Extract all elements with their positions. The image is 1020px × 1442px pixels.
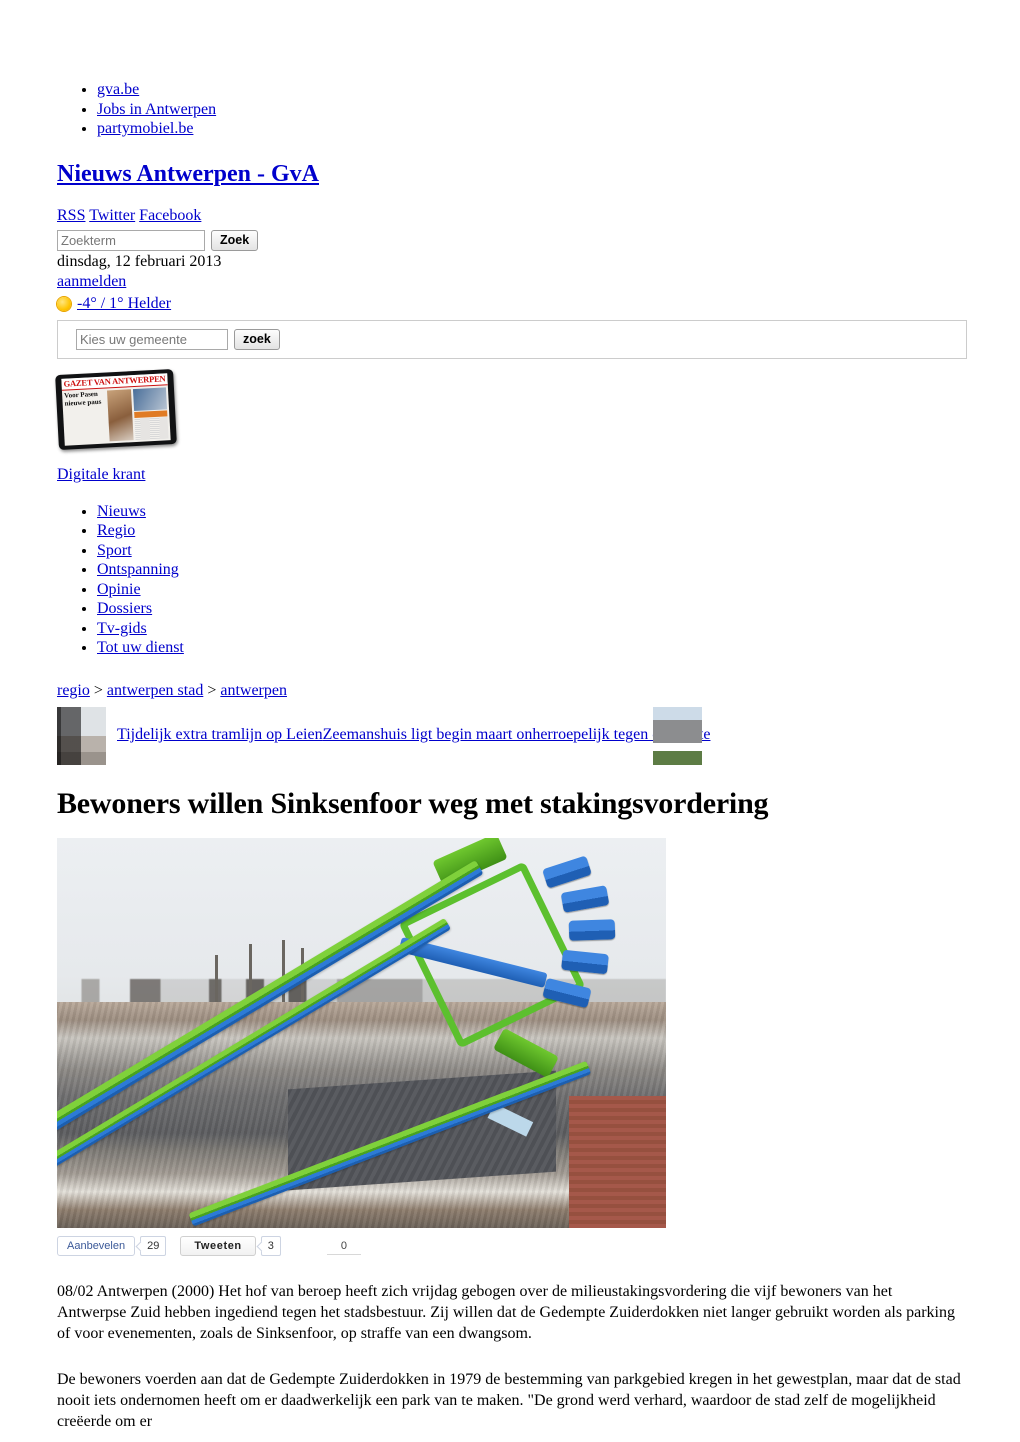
nav-item-nieuws: Nieuws: [97, 502, 980, 522]
breadcrumb-item-antwerpen[interactable]: antwerpen: [220, 682, 287, 699]
related-thumbnail-zeemanshuis[interactable]: [653, 706, 702, 765]
breadcrumb: regio > antwerpen stad > antwerpen: [57, 681, 980, 701]
digital-paper-promo[interactable]: GAZET VAN ANTWERPEN Voor Pasen nieuwe pa…: [55, 368, 980, 485]
front-page-layout: Voor Pasen nieuwe paus: [62, 385, 171, 445]
search-input[interactable]: [57, 229, 205, 251]
main-navigation: Nieuws Regio Sport Ontspanning Opinie Do…: [40, 502, 980, 658]
article-paragraph: De bewoners voerden aan dat de Gedempte …: [57, 1371, 961, 1431]
nav-link-tvgids[interactable]: Tv-gids: [97, 620, 147, 637]
nav-link-regio[interactable]: Regio: [97, 522, 135, 539]
photo-spire: [215, 955, 219, 1003]
nav-item-opinie: Opinie: [97, 580, 980, 600]
current-date: dinsdag, 12 februari 2013: [57, 252, 222, 270]
related-thumbnail-tram[interactable]: [57, 706, 106, 765]
top-utility-links: gva.be Jobs in Antwerpen partymobiel.be: [40, 80, 980, 139]
nav-item-tvgids: Tv-gids: [97, 619, 980, 639]
twitter-tweet-button[interactable]: Tweeten: [180, 1236, 256, 1257]
front-page-text-block: [134, 416, 169, 440]
site-search: Zoek: [57, 229, 980, 251]
twitter-link[interactable]: Twitter: [89, 207, 135, 224]
list-item: Jobs in Antwerpen: [97, 100, 980, 120]
facebook-link[interactable]: Facebook: [139, 207, 201, 224]
gemeente-search-panel: zoek: [57, 319, 967, 359]
nav-link-nieuws[interactable]: Nieuws: [97, 503, 146, 520]
top-link-jobs[interactable]: Jobs in Antwerpen: [97, 101, 216, 118]
gemeente-search-button[interactable]: zoek: [234, 328, 280, 350]
breadcrumb-separator: >: [93, 681, 103, 699]
front-page-secondary-photo: [133, 387, 168, 411]
photo-ride-gondola: [568, 919, 615, 942]
nav-item-tot-uw-dienst: Tot uw dienst: [97, 638, 980, 658]
twitter-share-count: 3: [260, 1236, 281, 1257]
nav-link-ontspanning[interactable]: Ontspanning: [97, 561, 179, 578]
photo-ride-gondola: [561, 949, 610, 974]
related-articles-strip: Tijdelijk extra tramlijn op LeienZeemans…: [57, 706, 980, 765]
front-page-headline: Voor Pasen nieuwe paus: [63, 389, 102, 408]
list-item: partymobiel.be: [97, 119, 980, 139]
nav-link-opinie[interactable]: Opinie: [97, 581, 141, 598]
newspaper-front-page: GAZET VAN ANTWERPEN Voor Pasen nieuwe pa…: [61, 373, 171, 446]
nav-item-dossiers: Dossiers: [97, 599, 980, 619]
top-link-partymobiel[interactable]: partymobiel.be: [97, 120, 193, 137]
related-links: Tijdelijk extra tramlijn op LeienZeemans…: [117, 725, 710, 745]
gemeente-input[interactable]: [76, 328, 228, 350]
sun-icon: [57, 296, 71, 311]
share-bar: Aanbevelen 29 Tweeten 3 0: [57, 1236, 980, 1257]
page-title: Bewoners willen Sinksenfoor weg met stak…: [57, 786, 769, 820]
tablet-thumbnail[interactable]: GAZET VAN ANTWERPEN Voor Pasen nieuwe pa…: [55, 368, 177, 450]
photo-brick-building: [568, 1095, 666, 1229]
nav-item-ontspanning: Ontspanning: [97, 560, 980, 580]
googleplus-share-count[interactable]: 0: [326, 1238, 362, 1255]
digital-paper-link[interactable]: Digitale krant: [57, 465, 980, 485]
page-root: gva.be Jobs in Antwerpen partymobiel.be …: [0, 0, 1020, 1432]
facebook-share-count: 29: [140, 1236, 167, 1257]
list-item: gva.be: [97, 80, 980, 100]
social-links: RSS Twitter Facebook: [57, 206, 980, 226]
login-link[interactable]: aanmelden: [57, 273, 126, 290]
front-page-right-column: [133, 387, 169, 440]
nav-link-sport[interactable]: Sport: [97, 542, 132, 559]
breadcrumb-item-antwerpen-stad[interactable]: antwerpen stad: [107, 682, 203, 699]
nav-item-regio: Regio: [97, 521, 980, 541]
site-title: Nieuws Antwerpen - GvA: [57, 161, 980, 187]
breadcrumb-item-regio[interactable]: regio: [57, 682, 90, 699]
facebook-recommend-button[interactable]: Aanbevelen: [57, 1236, 136, 1257]
weather-widget: -4° / 1° Helder: [57, 293, 980, 315]
related-link-tramlijn[interactable]: Tijdelijk extra tramlijn op Leien: [117, 726, 323, 743]
search-button[interactable]: Zoek: [211, 229, 259, 251]
top-link-gva[interactable]: gva.be: [97, 81, 139, 98]
article-paragraph: 08/02 Antwerpen (2000) Het hof van beroe…: [57, 1283, 955, 1343]
nav-item-sport: Sport: [97, 541, 980, 561]
weather-text[interactable]: -4° / 1° Helder: [77, 293, 171, 315]
article-photo: [57, 838, 666, 1229]
front-page-main-photo: [106, 389, 135, 442]
nav-link-dossiers[interactable]: Dossiers: [97, 600, 152, 617]
login-row: aanmelden: [57, 272, 980, 292]
site-title-link[interactable]: Nieuws Antwerpen - GvA: [57, 161, 319, 187]
gemeente-search: zoek: [76, 328, 958, 350]
nav-link-tot-uw-dienst[interactable]: Tot uw dienst: [97, 639, 184, 656]
rss-link[interactable]: RSS: [57, 207, 85, 224]
breadcrumb-separator: >: [207, 681, 217, 699]
front-page-left-column: Voor Pasen nieuwe paus: [64, 390, 107, 443]
